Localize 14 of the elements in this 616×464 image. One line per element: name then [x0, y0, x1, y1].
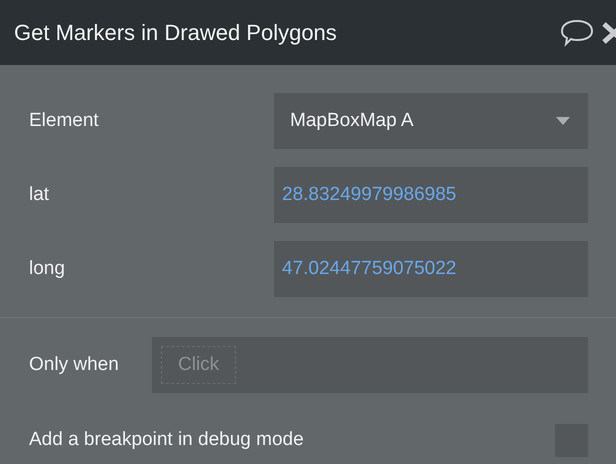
- comment-icon[interactable]: [560, 18, 594, 48]
- field-label: Element: [28, 108, 100, 133]
- element-dropdown[interactable]: MapBoxMap A: [274, 93, 588, 149]
- caret-icon: [556, 117, 570, 125]
- click-placeholder[interactable]: Click: [161, 346, 236, 384]
- input-field[interactable]: 28.83249979986985: [274, 167, 588, 223]
- input-field[interactable]: 47.02447759075022: [274, 241, 588, 297]
- window-title: Get Markers in Drawed Polygons: [14, 19, 338, 47]
- condition-label: Only when: [28, 352, 120, 377]
- condition-field[interactable]: Click: [152, 337, 588, 393]
- close-icon[interactable]: [602, 20, 616, 44]
- breakpoint-label: Add a breakpoint in debug mode: [28, 428, 305, 452]
- field-label: lat: [28, 182, 50, 207]
- field-label: long: [28, 256, 66, 281]
